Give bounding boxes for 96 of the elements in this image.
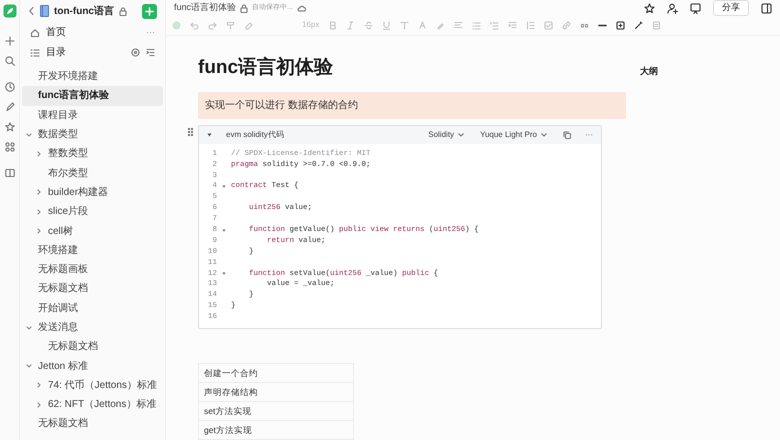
home-icon [30,28,40,38]
share-button[interactable]: 分享 [713,0,749,16]
table-cell: set方法实现 [199,402,353,421]
sidebar-icon[interactable] [761,2,772,14]
bullet-list-icon[interactable] [472,20,482,30]
tree-item[interactable]: builder构建器 [22,182,163,202]
book-title: ton-func语言 [54,4,114,18]
lock-icon [240,4,248,13]
document-icon[interactable] [652,20,662,30]
clock-icon[interactable] [4,82,14,92]
tree-item[interactable]: 无标题文档 [22,279,163,299]
star-icon[interactable] [4,122,14,132]
chevron-down-icon [541,132,547,137]
tree-item[interactable]: cell树 [22,221,163,241]
plus-icon[interactable] [4,36,14,46]
strikethrough-icon[interactable] [364,20,374,30]
tree-item[interactable]: 整数类型 [22,144,163,164]
tree-item[interactable]: 开发环境搭建 [22,67,163,86]
caret-down-icon[interactable] [26,132,32,137]
caret-down-icon[interactable] [207,132,212,137]
code-caption: evm solidity代码 [226,128,284,141]
align-icon[interactable] [454,20,464,30]
table-cell: 创建一个合约 [199,364,353,383]
lock-icon [119,6,127,16]
drag-handle-icon[interactable] [188,128,193,136]
plus-icon [145,6,154,16]
caret-down-icon[interactable] [26,326,32,330]
book-icon[interactable] [4,168,14,178]
task-list-icon[interactable] [544,20,554,30]
undo-icon[interactable] [190,20,199,30]
theme-dropdown[interactable]: Yuque Light Pro [480,128,547,141]
underline-icon[interactable] [382,20,392,30]
star-icon[interactable] [644,2,655,14]
more-button[interactable]: ··· [146,26,155,40]
document-title: func语言初体验 [174,1,236,14]
tree-item[interactable]: 无标题画板 [22,260,163,280]
fold-icon[interactable] [222,185,226,188]
app-logo-icon[interactable] [2,4,16,18]
caret-right-icon[interactable] [37,402,41,408]
redo-icon[interactable] [208,20,217,30]
tree-item[interactable]: slice片段 [22,202,163,222]
caret-right-icon[interactable] [37,150,41,157]
tree-item[interactable]: 无标题文档 [22,337,163,356]
tree-item[interactable]: 环境搭建 [22,240,163,260]
nav-item[interactable]: 首页 [46,25,66,40]
new-doc-button[interactable] [142,4,157,18]
grid-icon[interactable] [4,142,14,152]
text-style-icon[interactable] [400,20,410,30]
language-dropdown[interactable]: Solidity [428,128,464,141]
eraser-icon[interactable] [244,20,253,30]
insert-icon[interactable] [616,20,626,30]
callout: 实现一个可以进行 数据存储的合约 [198,92,626,119]
search-icon[interactable] [4,56,14,66]
caret-down-icon[interactable] [26,364,32,368]
tree-item[interactable]: 无标题文档 [22,414,163,434]
indent-icon[interactable] [508,20,518,30]
tree-item[interactable]: 74: 代币（Jettons）标准 [22,376,163,396]
numbered-list-icon[interactable] [490,20,500,30]
tree-item[interactable]: 发送消息 [22,318,163,338]
cloud-icon [296,4,306,12]
bold-icon[interactable] [328,20,338,30]
font-color-icon[interactable] [418,20,428,30]
caret-right-icon[interactable] [37,228,41,234]
caret-right-icon[interactable] [37,189,41,196]
nav-item[interactable]: 目录 [46,45,66,60]
highlight-icon[interactable] [436,20,446,30]
tree-item[interactable]: 布尔类型 [22,163,163,183]
page-title: func语言初体验 [198,56,334,80]
table-cell: get方法实现 [199,421,353,440]
add-user-icon[interactable] [667,2,678,14]
line-height-icon[interactable] [526,20,536,30]
back-icon[interactable] [28,6,35,16]
tree-item[interactable]: 62: NFT（Jettons）标准 [22,395,163,414]
target-icon[interactable] [131,48,140,57]
tree-item[interactable]: 课程目录 [22,106,163,125]
link-icon[interactable] [562,20,572,30]
tree-item[interactable]: Jetton 标准 [22,356,163,376]
fold-icon[interactable] [222,228,226,232]
table-cell: 声明存储结构 [199,383,353,402]
presentation-icon[interactable] [690,2,701,14]
tree-item[interactable]: 数据类型 [22,124,163,144]
caret-right-icon[interactable] [37,382,41,388]
tree-item[interactable]: func语言初体验 [22,86,163,106]
more-icon[interactable]: ··· [585,128,593,141]
list-icon [30,48,40,58]
chevron-down-icon [458,132,464,137]
copy-icon[interactable] [563,130,571,139]
book-icon [40,5,49,17]
caret-right-icon[interactable] [37,208,41,215]
fold-icon[interactable] [222,272,226,276]
tree-item[interactable]: 开始调试 [22,298,163,318]
outline-title: 大纲 [640,66,658,76]
collapse-list-icon[interactable] [146,48,155,57]
pen-icon[interactable] [4,102,14,112]
italic-icon[interactable] [346,20,356,30]
format-painter-icon[interactable] [226,20,235,30]
